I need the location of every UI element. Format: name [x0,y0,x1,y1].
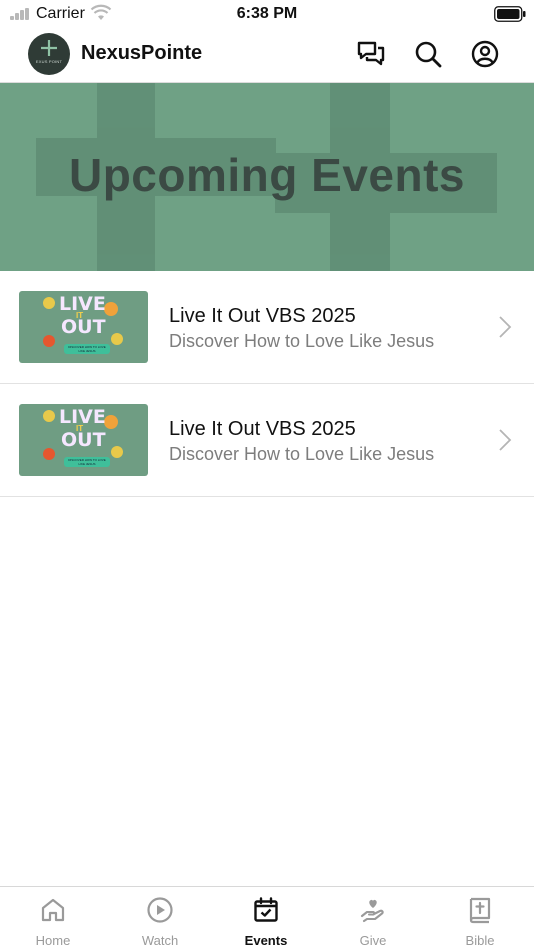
event-thumbnail: LIVE IT OUT DISCOVER HOW TO LOVE LIKE JE… [19,291,148,363]
tab-label: Watch [141,933,179,948]
chevron-right-icon [499,429,512,451]
event-subtitle: Discover How to Love Like Jesus [169,331,435,351]
thumb-tagline: DISCOVER HOW TO LOVE LIKE JESUS [68,458,106,466]
event-thumbnail: LIVE IT OUT DISCOVER HOW TO LOVE LIKE JE… [19,404,148,476]
tab-label: Give [359,933,387,948]
logo-mark-icon [41,40,57,56]
thumb-line3: OUT [61,316,106,338]
app-header: EXUS POINT NexusPointe [0,28,534,83]
event-title: Live It Out VBS 2025 [169,418,356,440]
thumb-line3: OUT [61,429,106,451]
event-list: LIVE IT OUT DISCOVER HOW TO LOVE LIKE JE… [0,271,534,497]
bible-icon [469,897,491,924]
status-time: 6:38 PM [236,5,298,22]
page-title: Upcoming Events [68,149,465,201]
bottom-tab-bar: Home Watch Events Give Bible [0,886,534,950]
chevron-right-icon [499,316,512,338]
tab-label: Bible [465,933,495,948]
tab-home[interactable]: Home [0,887,106,950]
status-bar: Carrier 6:38 PM [0,0,534,28]
logo-text: EXUS POINT [35,59,63,64]
tab-bible[interactable]: Bible [427,887,533,950]
event-subtitle: Discover How to Love Like Jesus [169,444,435,464]
profile-icon[interactable] [470,39,500,69]
home-icon [41,898,65,922]
battery-icon [494,6,526,22]
calendar-check-icon [254,897,278,922]
tab-events[interactable]: Events [213,887,319,950]
thumb-tagline: DISCOVER HOW TO LOVE LIKE JESUS [68,345,106,353]
event-list-item[interactable]: LIVE IT OUT DISCOVER HOW TO LOVE LIKE JE… [0,271,534,384]
search-icon[interactable] [413,39,443,69]
church-logo[interactable]: EXUS POINT [28,33,70,75]
event-list-item[interactable]: LIVE IT OUT DISCOVER HOW TO LOVE LIKE JE… [0,384,534,497]
tab-give[interactable]: Give [320,887,426,950]
event-title: Live It Out VBS 2025 [169,305,356,327]
play-icon [147,897,173,923]
tab-label: Events [244,933,288,948]
give-hand-heart-icon [360,899,384,923]
events-hero-banner: Upcoming Events [0,83,534,271]
chat-icon[interactable] [356,39,386,69]
tab-label: Home [35,933,71,948]
tab-watch[interactable]: Watch [107,887,213,950]
app-title: NexusPointe [81,42,203,64]
